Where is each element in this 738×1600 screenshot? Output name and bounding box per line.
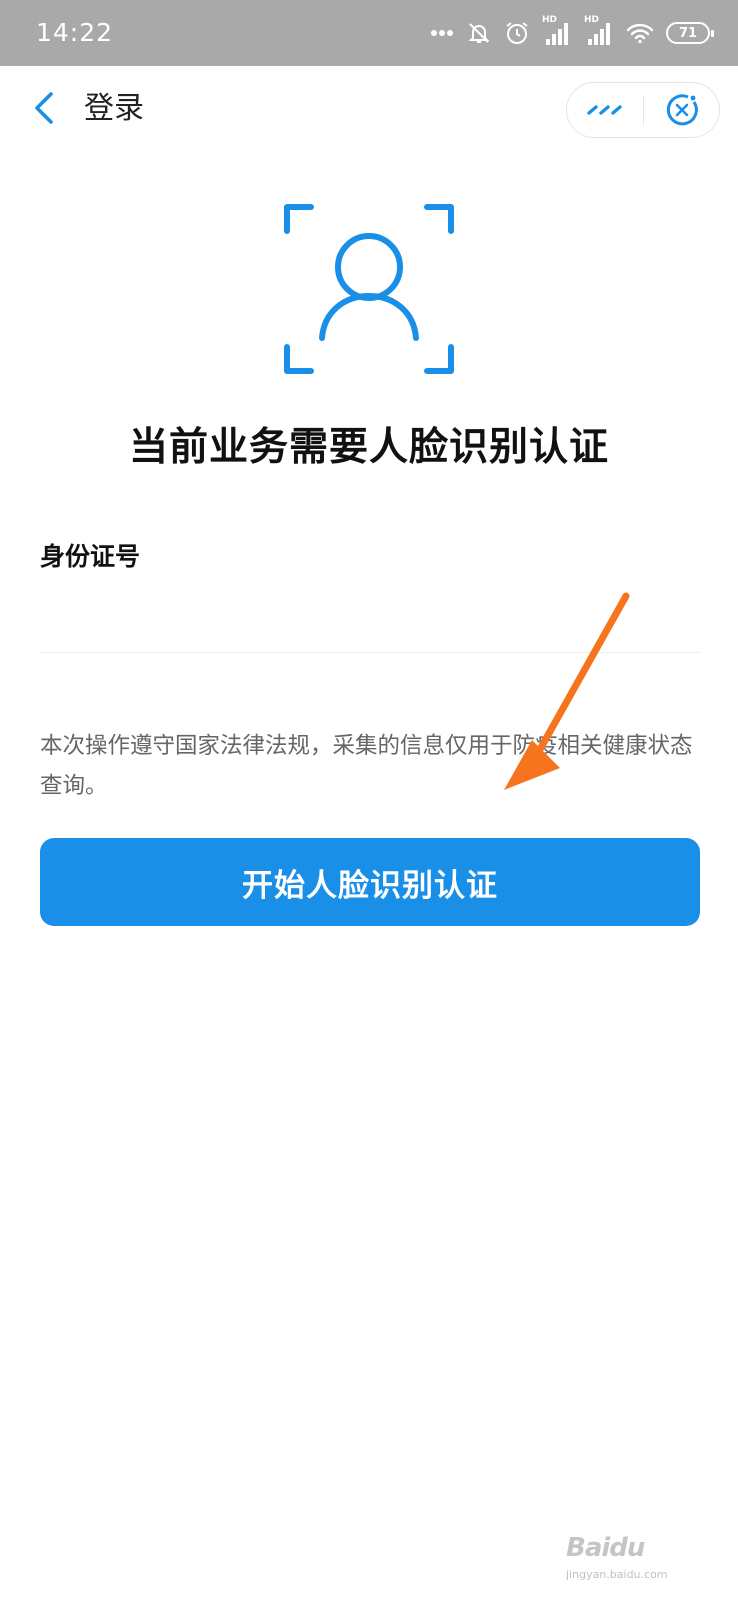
status-icons: HD HD 71	[430, 15, 714, 48]
start-face-recognition-button[interactable]: 开始人脸识别认证	[40, 838, 700, 926]
face-auth-title: 当前业务需要人脸识别认证	[128, 425, 609, 470]
status-bar: 14:22 HD HD 71	[0, 0, 738, 66]
baidu-watermark: Baidu	[566, 1528, 716, 1568]
signal-hd-icon: HD	[584, 15, 614, 47]
wifi-icon	[626, 23, 654, 44]
more-dots-icon	[587, 105, 622, 115]
more-button[interactable]	[567, 83, 643, 137]
id-number-label: 身份证号	[40, 542, 141, 571]
battery-icon: 71	[666, 22, 714, 44]
alarm-icon	[506, 22, 528, 44]
signal-hd-icon: HD	[542, 15, 572, 47]
face-scan-icon	[284, 204, 454, 374]
watermark-url: jingyan.baidu.com	[566, 1568, 668, 1581]
watermark-logo: Baidu	[566, 1533, 645, 1563]
screen: 14:22 HD HD 71 登录 当前业务需要人脸识别认证 身份证号 本次操作…	[0, 0, 738, 1600]
close-button[interactable]	[644, 83, 719, 137]
more-dots-icon	[431, 30, 453, 36]
status-time: 14:22	[36, 18, 114, 47]
close-circle-icon	[666, 94, 698, 126]
back-button[interactable]	[22, 86, 66, 130]
arrow-icon	[504, 592, 630, 790]
bell-off-icon	[468, 23, 490, 43]
nav-bar: 登录	[0, 66, 738, 154]
mini-program-capsule	[566, 82, 720, 138]
page-title: 登录	[84, 91, 144, 126]
chevron-left-icon	[35, 92, 53, 124]
